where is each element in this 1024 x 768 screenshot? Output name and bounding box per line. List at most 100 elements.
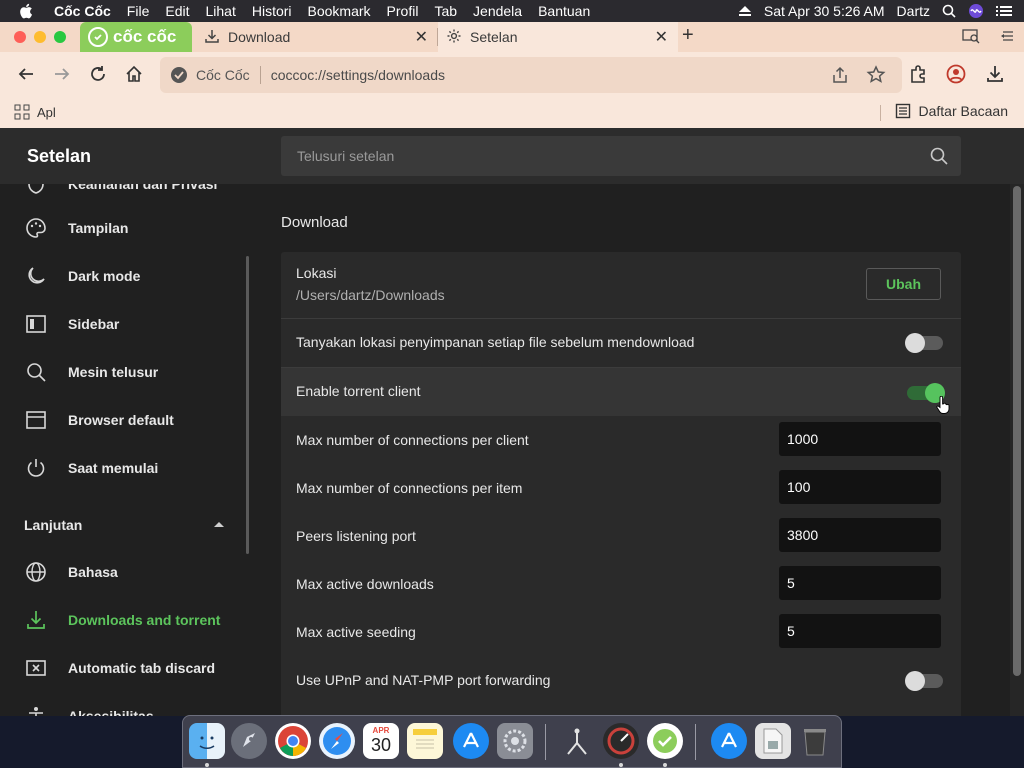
menu-app-name[interactable]: Cốc Cốc [54,3,111,19]
screen: Cốc Cốc File Edit Lihat Histori Bookmark… [0,0,1024,768]
menu-datetime[interactable]: Sat Apr 30 5:26 AM [764,3,885,19]
sidebar-item-sidebar[interactable]: Sidebar [0,300,256,348]
forward-button[interactable] [52,64,72,84]
notes-icon[interactable] [407,723,443,759]
profile-button[interactable] [946,64,966,84]
menu-file[interactable]: File [127,3,150,19]
tab-menu-icon[interactable] [1000,28,1016,49]
sidebar-scrollbar[interactable] [246,256,249,554]
sidebar-item-default-browser[interactable]: Browser default [0,396,256,444]
apple-icon[interactable] [19,3,37,19]
url-text[interactable]: coccoc://settings/downloads [271,67,445,83]
sidebar-item-label: Downloads and torrent [68,612,221,628]
search-icon[interactable] [929,146,949,169]
menu-tab[interactable]: Tab [434,3,457,19]
ask-location-toggle[interactable] [905,333,943,353]
app-store-icon[interactable] [453,723,489,759]
sidebar-item-on-startup[interactable]: Saat memulai [0,444,256,492]
sidebar-item-search-engine[interactable]: Mesin telusur [0,348,256,396]
reload-button[interactable] [88,64,108,84]
dock: APR 30 [182,715,842,768]
chrome-icon[interactable] [275,723,311,759]
shield-icon [24,184,48,196]
sidebar-item-language[interactable]: Bahasa [0,548,256,596]
tab-settings-title: Setelan [470,29,518,45]
sidebar-item-tab-discard[interactable]: Automatic tab discard [0,644,256,692]
dock-divider [695,724,696,760]
window-zoom-button[interactable] [54,31,66,43]
window-minimize-button[interactable] [34,31,46,43]
sidebar-item-accessibility[interactable]: Aksesibilitas [0,692,256,716]
main-scrollbar-thumb[interactable] [1013,186,1021,676]
menu-window[interactable]: Jendela [473,3,522,19]
trash-icon[interactable] [797,723,833,759]
sidebar-item-downloads-torrent[interactable]: Downloads and torrent [0,596,256,644]
xcode-installer-icon[interactable] [711,723,747,759]
reading-list-button[interactable]: Daftar Bacaan [895,103,1008,119]
share-icon[interactable] [830,65,850,88]
sidebar-item-label: Tampilan [68,220,129,236]
bookmarks-bar: Apl Daftar Bacaan [0,98,1024,128]
collapse-caret-icon[interactable] [214,522,224,527]
tab-download[interactable]: Download ✕ [196,22,438,52]
back-button[interactable] [16,64,36,84]
apps-bookmark[interactable]: Apl [14,104,56,120]
network-utility-icon[interactable] [559,723,595,759]
sidebar-item-appearance[interactable]: Tampilan [0,204,256,252]
tab-close-icon[interactable]: ✕ [655,27,668,47]
arrow-right-icon [55,68,70,80]
preview-icon[interactable] [755,723,791,759]
safari-icon[interactable] [319,723,355,759]
site-info-icon[interactable] [170,66,188,84]
coccoc-home-tab[interactable]: cốc cốc [80,22,192,52]
siri-icon[interactable] [968,3,984,19]
launchpad-icon[interactable] [231,723,267,759]
tab-settings[interactable]: Setelan ✕ [438,22,678,52]
downloads-button[interactable] [985,64,1005,84]
download-settings-card: Lokasi /Users/dartz/Downloads Ubah Tanya… [281,252,961,722]
max-conn-client-input[interactable]: 1000 [779,422,941,456]
peers-port-input[interactable]: 3800 [779,518,941,552]
calendar-icon[interactable]: APR 30 [363,723,399,759]
max-conn-item-input[interactable]: 100 [779,470,941,504]
spotlight-icon[interactable] [942,4,956,18]
eject-icon[interactable] [738,5,752,17]
max-active-downloads-input[interactable]: 5 [779,566,941,600]
settings-search-input[interactable]: Telusuri setelan [281,136,961,176]
address-bar[interactable]: Cốc Cốc coccoc://settings/downloads [160,57,902,93]
search-icon [24,360,48,384]
system-preferences-icon[interactable] [497,723,533,759]
extensions-button[interactable] [908,64,928,84]
upnp-toggle[interactable] [905,671,943,691]
menu-help[interactable]: Bantuan [538,3,590,19]
arrow-left-icon [18,68,33,80]
instruments-icon[interactable] [603,723,639,759]
coccoc-icon[interactable] [647,723,683,759]
menu-edit[interactable]: Edit [165,3,189,19]
globe-icon [24,560,48,584]
menu-history[interactable]: Histori [252,3,292,19]
finder-icon[interactable] [189,723,225,759]
tab-close-icon[interactable]: ✕ [415,27,428,47]
menu-bookmark[interactable]: Bookmark [308,3,371,19]
peers-port-row: Peers listening port 3800 [281,512,961,560]
tab-search-icon[interactable] [962,28,980,49]
control-center-icon[interactable] [996,5,1012,17]
bookmark-star-icon[interactable] [866,65,886,88]
menu-profile[interactable]: Profil [387,3,419,19]
peers-port-label: Peers listening port [296,528,416,544]
tab-download-title: Download [228,29,291,45]
window-close-button[interactable] [14,31,26,43]
home-button[interactable] [124,64,144,84]
menu-view[interactable]: Lihat [205,3,235,19]
sidebar-section-advanced[interactable]: Lanjutan [24,517,82,533]
menu-user[interactable]: Dartz [897,3,930,19]
max-conn-client-row: Max number of connections per client 100… [281,416,961,464]
coccoc-logo-icon [88,27,108,47]
change-location-button[interactable]: Ubah [866,268,941,300]
max-active-seeding-input[interactable]: 5 [779,614,941,648]
moon-icon [24,264,48,288]
bookmarks-divider [880,105,881,121]
new-tab-button[interactable]: + [682,24,694,47]
sidebar-item-dark-mode[interactable]: Dark mode [0,252,256,300]
